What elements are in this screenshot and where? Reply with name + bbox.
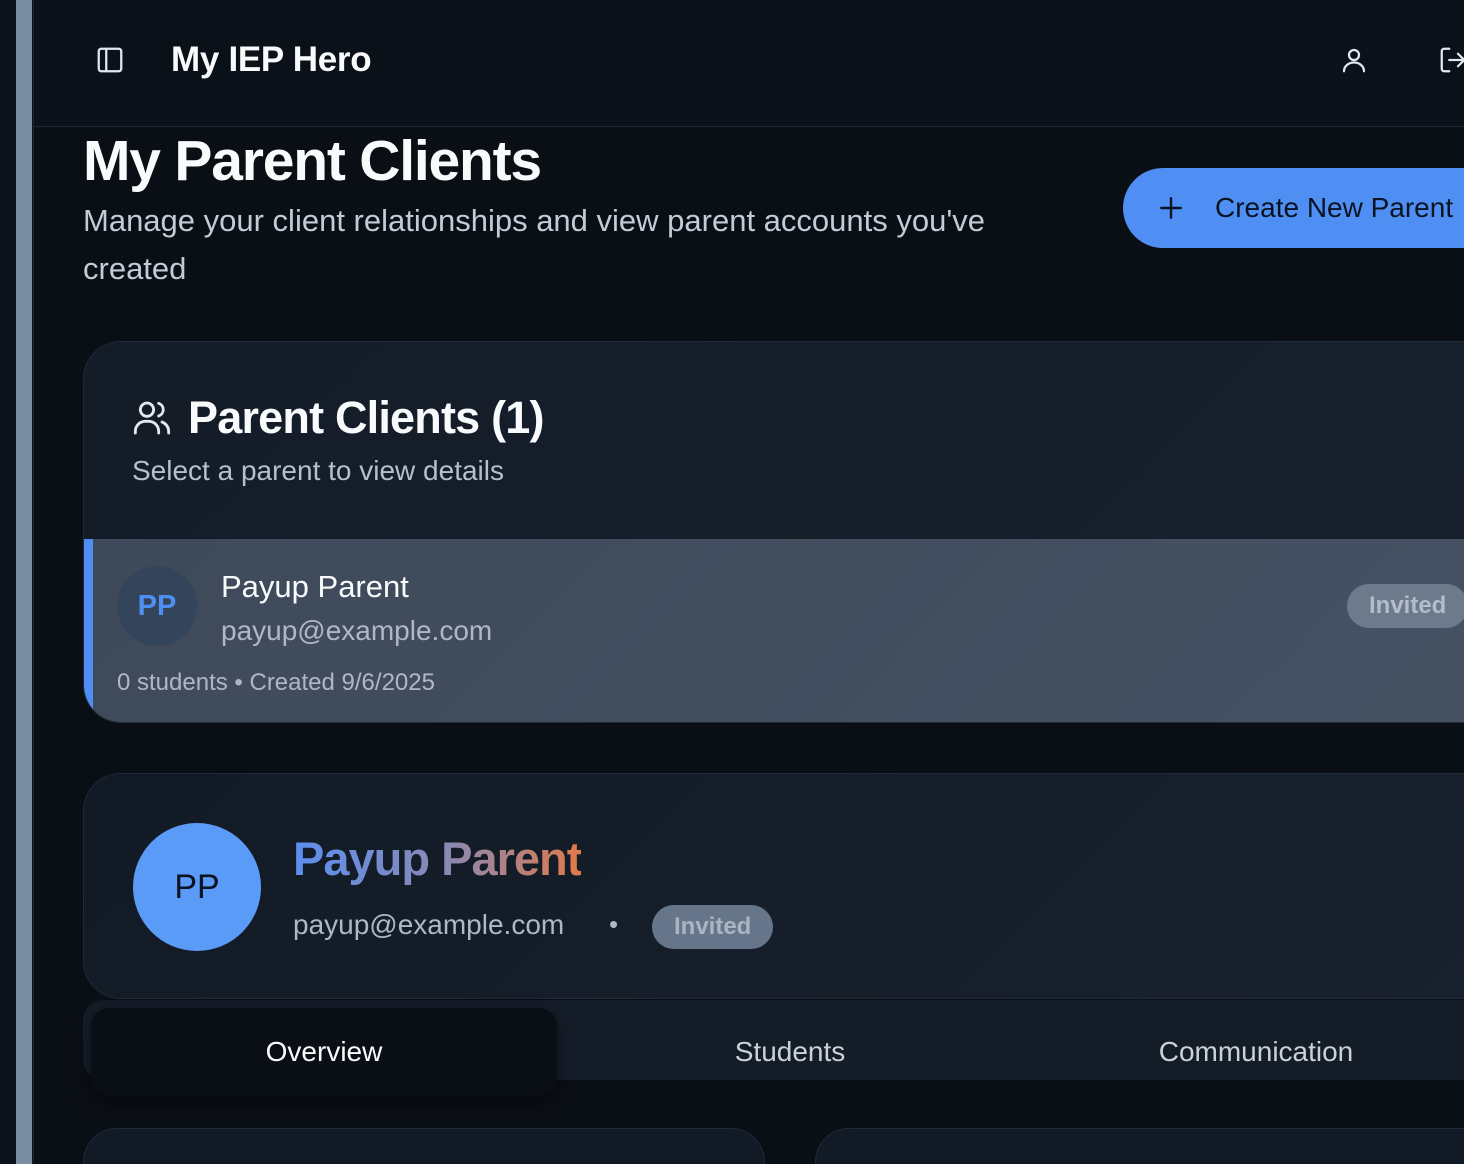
separator-dot: • [609, 909, 619, 939]
parent-detail-card: PP Payup Parent payup@example.com • Invi… [83, 773, 1464, 999]
status-badge: Invited [652, 905, 774, 949]
client-name: Payup Parent [221, 569, 409, 604]
user-icon [1339, 45, 1369, 80]
page-title: My Parent Clients [83, 129, 542, 193]
left-scrollbar[interactable] [16, 0, 32, 1164]
top-bar: My IEP Hero [34, 0, 1464, 127]
client-list-item[interactable]: PP Payup Parent payup@example.com 0 stud… [84, 539, 1464, 722]
page-subtitle: Manage your client relationships and vie… [83, 203, 985, 286]
parent-clients-card: Parent Clients (1) Select a parent to vi… [83, 341, 1464, 723]
detail-tabs: Overview Students Communication [83, 1000, 1464, 1096]
create-new-parent-button[interactable]: Create New Parent [1123, 168, 1464, 248]
panel-left-icon [95, 45, 125, 80]
tab-overview[interactable]: Overview [91, 1008, 557, 1096]
log-out-icon [1438, 45, 1464, 80]
tab-students[interactable]: Students [557, 1000, 1023, 1104]
app-title: My IEP Hero [171, 40, 372, 79]
create-new-parent-label: Create New Parent [1215, 192, 1454, 223]
plus-icon [1157, 194, 1185, 222]
detail-parent-email: payup@example.com [293, 909, 565, 940]
parent-clients-title: Parent Clients (1) [188, 392, 544, 443]
overview-card-left [83, 1128, 765, 1164]
client-email: payup@example.com [221, 615, 493, 646]
profile-button[interactable] [1336, 44, 1372, 80]
avatar: PP [133, 823, 261, 951]
client-meta: 0 students • Created 9/6/2025 [117, 669, 435, 696]
overview-card-right [815, 1128, 1464, 1164]
parent-clients-header: Parent Clients (1) [132, 392, 544, 444]
status-badge: Invited [1347, 584, 1464, 628]
app-root: My IEP Hero My Parent Clients Manage you… [0, 0, 1464, 1164]
sidebar-toggle-button[interactable] [92, 44, 128, 80]
logout-button[interactable] [1438, 44, 1464, 80]
avatar: PP [117, 566, 197, 646]
tab-communication[interactable]: Communication [1023, 1000, 1464, 1104]
parent-clients-subtitle: Select a parent to view details [132, 455, 504, 486]
users-icon [132, 397, 174, 439]
detail-parent-name: Payup Parent [293, 832, 582, 885]
